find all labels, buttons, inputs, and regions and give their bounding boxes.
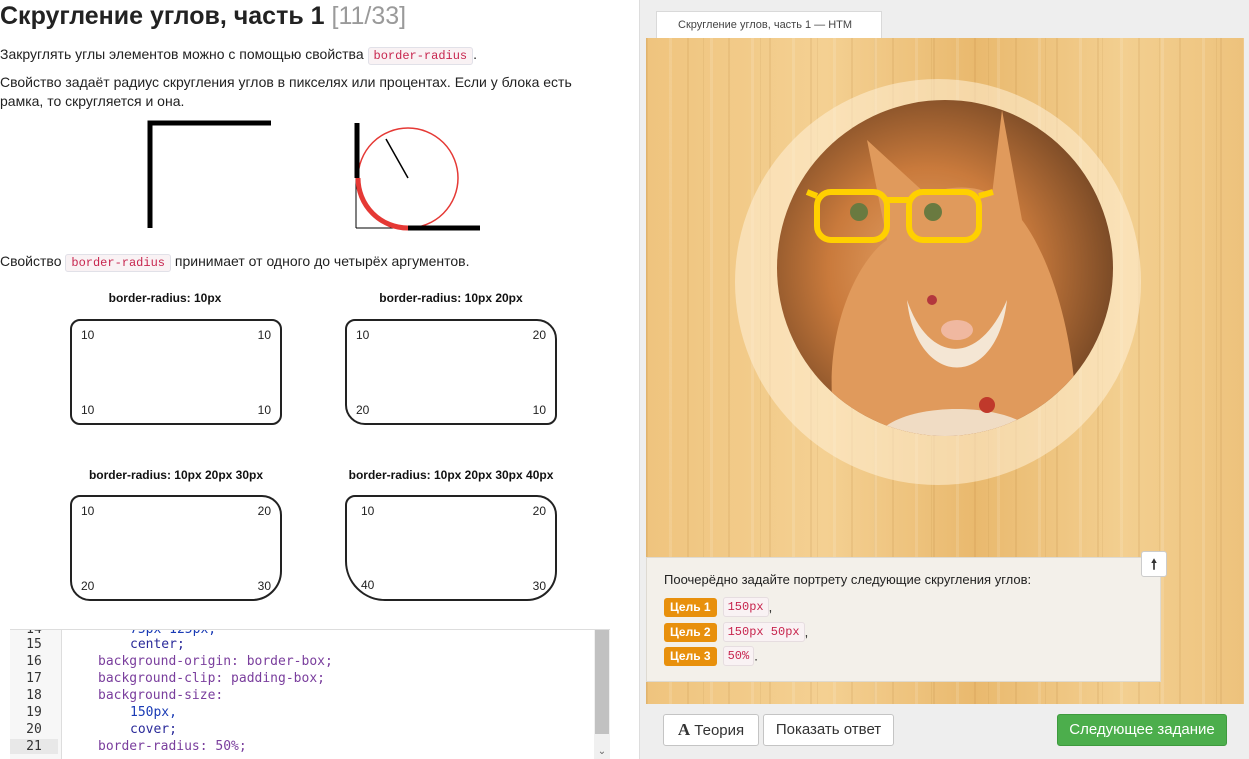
corner-bl: 40 (361, 578, 375, 592)
theory-button[interactable]: A Теория (663, 714, 759, 746)
code-line[interactable]: background-size: (98, 688, 223, 703)
code-line[interactable]: background-clip: padding-box; (98, 671, 325, 686)
example-box-4: 10 20 40 30 (345, 495, 557, 601)
goal-separator: , (804, 624, 809, 640)
corner-diagram (147, 120, 480, 231)
paragraph-arguments-text: принимает от одного до четырёх аргументо… (171, 253, 470, 269)
corner-tl: 10 (361, 504, 375, 518)
task-panel: Поочерёдно задайте портрету следующие ск… (646, 557, 1161, 682)
goal-1: Цель 1 150px, (664, 597, 772, 617)
example-label-3: border-radius: 10px 20px 30px (88, 468, 264, 482)
theory-button-label: Теория (694, 722, 745, 739)
paragraph-arguments: Свойство border-radius принимает от одно… (0, 252, 470, 273)
code-line-active[interactable]: border-radius: 50%; (98, 739, 247, 754)
corner-tl: 10 (81, 328, 95, 342)
corner-bl: 10 (81, 403, 95, 417)
paragraph-intro: Закруглять углы элементов можно с помощь… (0, 45, 477, 66)
line-number: 16 (26, 654, 42, 669)
arrow-up-icon: 🠕 (1150, 556, 1157, 572)
code-border-radius-2: border-radius (65, 254, 171, 272)
corner-tl: 10 (81, 504, 95, 518)
code-editor[interactable]: 14 15 16 17 18 19 20 21 75px 125px; cent… (10, 629, 610, 759)
goal-code: 50% (722, 646, 755, 666)
collapse-task-button[interactable]: 🠕 (1141, 551, 1167, 577)
preview-panel: Скругление углов, часть 1 — HTM Поочерёд… (639, 0, 1249, 759)
line-number: 17 (26, 671, 42, 686)
page-title: Скругление углов, часть 1 [11/33] (0, 2, 406, 31)
line-number: 14 (26, 629, 42, 637)
line-number: 18 (26, 688, 42, 703)
corner-tl: 10 (356, 328, 370, 342)
corner-tr: 20 (532, 328, 546, 342)
scrollbar-thumb[interactable] (595, 630, 609, 734)
corner-tr: 10 (257, 328, 271, 342)
line-number: 20 (26, 722, 42, 737)
rounded-corner-illustration (354, 123, 480, 231)
show-answer-button[interactable]: Показать ответ (763, 714, 894, 746)
corner-br: 10 (257, 403, 271, 417)
line-number-gutter: 14 15 16 17 18 19 20 21 (10, 630, 62, 759)
goal-code: 150px (722, 597, 769, 617)
corner-br: 30 (257, 579, 271, 593)
code-line[interactable]: 150px, (130, 705, 177, 720)
corner-bl: 20 (356, 403, 370, 417)
goal-badge: Цель 3 (664, 646, 717, 666)
paragraph-description: Свойство задаёт радиус скругления углов … (0, 74, 572, 109)
goal-badge: Цель 1 (664, 597, 717, 617)
paragraph-arguments-prefix: Свойство (0, 253, 66, 269)
code-line[interactable]: background-origin: border-box; (98, 654, 333, 669)
code-line[interactable]: center; (130, 637, 185, 652)
editor-scrollbar[interactable]: ⌄ (594, 630, 610, 759)
code-border-radius: border-radius (367, 47, 474, 65)
preview-tab[interactable]: Скругление углов, часть 1 — HTM (656, 11, 882, 38)
example-label-2: border-radius: 10px 20px (379, 291, 523, 305)
goal-2: Цель 2 150px 50px, (664, 622, 808, 642)
example-label-1: border-radius: 10px (108, 291, 222, 305)
code-line[interactable]: 75px 125px; (130, 630, 216, 637)
line-number: 19 (26, 705, 42, 720)
goal-separator: , (768, 599, 773, 615)
square-corner-illustration (147, 120, 271, 228)
corner-br: 10 (532, 403, 546, 417)
example-box-3: 10 20 20 30 (70, 495, 282, 601)
line-number: 15 (26, 637, 42, 652)
corner-br: 30 (532, 579, 546, 593)
button-bar: A Теория Показать ответ Следующее задани… (640, 704, 1249, 759)
task-description: Поочерёдно задайте портрету следующие ск… (664, 572, 1032, 587)
paragraph-intro-text: Закруглять углы элементов можно с помощь… (0, 46, 368, 62)
cat-portrait (777, 100, 1113, 436)
scroll-down-icon[interactable]: ⌄ (594, 744, 610, 759)
goal-badge: Цель 2 (664, 622, 717, 642)
paragraph-intro-end: . (473, 46, 478, 62)
next-task-button[interactable]: Следующее задание (1057, 714, 1227, 746)
theory-icon: A (677, 720, 691, 739)
title-text: Скругление углов, часть 1 (0, 2, 325, 30)
goal-code: 150px 50px (722, 622, 805, 642)
goal-separator: . (754, 648, 758, 664)
task-counter: [11/33] (331, 2, 407, 30)
line-number-active: 21 (10, 739, 58, 754)
cat-image (805, 110, 1077, 436)
example-box-1: 10 10 10 10 (70, 319, 282, 425)
corner-tr: 20 (532, 504, 546, 518)
code-line[interactable]: cover; (130, 722, 177, 737)
goal-3: Цель 3 50%. (664, 646, 758, 666)
theory-panel: Скругление углов, часть 1 [11/33] Закруг… (0, 0, 615, 625)
corner-tr: 20 (257, 504, 271, 518)
corner-bl: 20 (81, 579, 95, 593)
example-box-2: 10 20 20 10 (345, 319, 557, 425)
example-label-4: border-radius: 10px 20px 30px 40px (348, 468, 554, 482)
